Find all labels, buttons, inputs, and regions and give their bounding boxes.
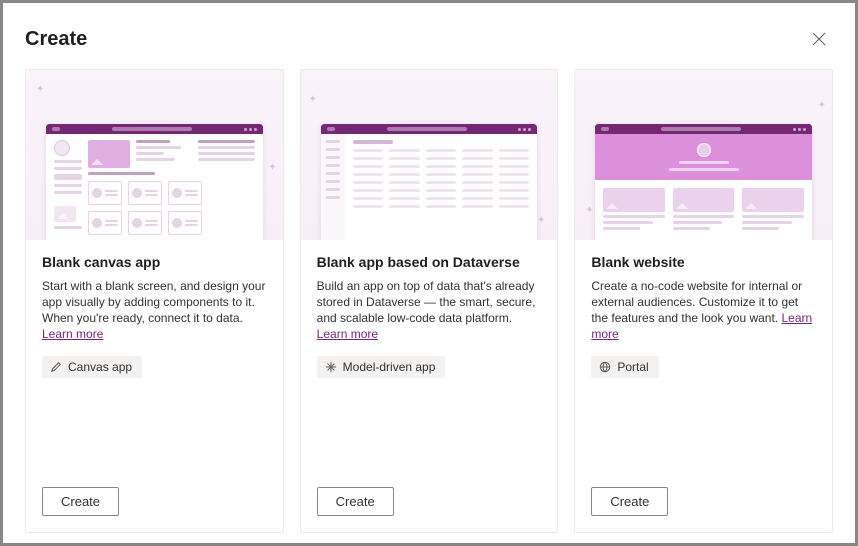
sparkle-icon: ✦ [268,162,276,173]
card-description: Start with a blank screen, and design yo… [42,278,267,342]
badge-label: Model-driven app [343,360,436,374]
dialog-title: Create [25,28,87,51]
create-button[interactable]: Create [42,487,119,516]
card-title: Blank app based on Dataverse [317,254,542,270]
learn-more-link[interactable]: Learn more [317,327,378,341]
dialog-header: Create [25,25,833,53]
badge-label: Canvas app [68,360,132,374]
card-website: ✦ ✦ [574,69,833,533]
card-description: Create a no-code website for internal or… [591,278,816,342]
globe-icon [599,361,611,373]
cards-row: ✦ ✦ [25,69,833,533]
badge-label: Portal [617,360,648,374]
sparkle-icon: ✦ [818,100,826,111]
sparkle-icon: ✦ [309,94,317,105]
card-description: Build an app on top of data that's alrea… [317,278,542,342]
thumbnail-canvas-app: ✦ ✦ [26,70,283,240]
close-button[interactable] [805,25,833,53]
badge-canvas-app: Canvas app [42,356,142,378]
create-button[interactable]: Create [317,487,394,516]
arrows-icon [325,361,337,373]
thumbnail-dataverse-app: ✦ ✦ [301,70,558,240]
create-dialog: Create ✦ ✦ [3,3,855,543]
card-title: Blank website [591,254,816,270]
pencil-icon [50,361,62,373]
sparkle-icon: ✦ [537,215,545,226]
badge-portal: Portal [591,356,658,378]
create-button[interactable]: Create [591,487,668,516]
card-canvas-app: ✦ ✦ [25,69,284,533]
sparkle-icon: ✦ [36,84,44,95]
thumbnail-website: ✦ ✦ [575,70,832,240]
badge-model-driven-app: Model-driven app [317,356,446,378]
sparkle-icon: ✦ [585,205,593,216]
learn-more-link[interactable]: Learn more [42,327,103,341]
close-icon [812,32,826,46]
card-dataverse-app: ✦ ✦ [300,69,559,533]
card-title: Blank canvas app [42,254,267,270]
